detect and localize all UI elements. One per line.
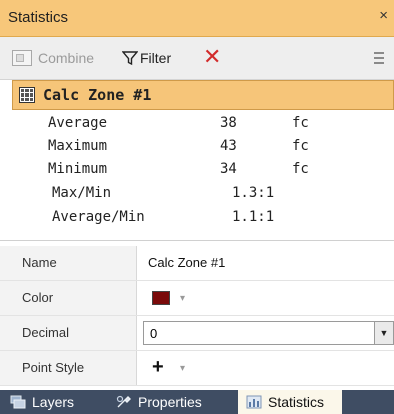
property-label: Decimal bbox=[22, 325, 69, 340]
panel-title-bar[interactable]: Statistics × bbox=[0, 0, 394, 37]
property-row-decimal[interactable]: Decimal 0 ▼ bbox=[0, 316, 394, 351]
toolbar: Combine Filter ✕ bbox=[0, 37, 394, 80]
calc-zone-header[interactable]: Calc Zone #1 bbox=[12, 80, 394, 110]
stat-label: Maximum bbox=[48, 138, 108, 154]
combine-label: Combine bbox=[38, 50, 95, 66]
combine-icon bbox=[12, 50, 32, 66]
delete-button[interactable]: ✕ bbox=[203, 47, 221, 69]
tab-label: Layers bbox=[32, 394, 75, 410]
dropdown-arrow-icon[interactable]: ▼ bbox=[374, 322, 393, 344]
stat-row-maximum: Maximum 43 fc bbox=[0, 138, 394, 160]
filter-label: Filter bbox=[140, 50, 172, 66]
filter-button[interactable]: Filter bbox=[122, 47, 171, 69]
stat-row-average: Average 38 fc bbox=[0, 115, 394, 137]
name-field[interactable]: Calc Zone #1 bbox=[148, 255, 225, 270]
property-label-cell: Point Style bbox=[0, 351, 137, 385]
property-grid: Name Calc Zone #1 Color ▾ Decimal 0 ▼ Po… bbox=[0, 246, 394, 386]
property-label: Name bbox=[22, 255, 57, 270]
stat-value: 43 bbox=[220, 138, 237, 154]
property-label-cell: Color bbox=[0, 281, 137, 315]
property-label-cell: Name bbox=[0, 246, 137, 280]
filter-icon bbox=[122, 51, 138, 66]
statistics-panel: Statistics × Combine Filter ✕ Calc Zone … bbox=[0, 0, 394, 414]
point-style-value[interactable]: + bbox=[152, 356, 164, 379]
stat-value: 34 bbox=[220, 161, 237, 177]
stat-unit: fc bbox=[292, 138, 309, 154]
stat-label: Average/Min bbox=[52, 209, 145, 225]
property-label: Point Style bbox=[22, 360, 85, 375]
stat-row-minimum: Minimum 34 fc bbox=[0, 161, 394, 183]
tab-properties[interactable]: Properties bbox=[116, 390, 202, 414]
stat-value: 38 bbox=[220, 115, 237, 131]
grid-icon bbox=[19, 87, 35, 103]
panel-title: Statistics bbox=[8, 9, 69, 26]
stat-label: Minimum bbox=[48, 161, 108, 177]
tab-label: Statistics bbox=[268, 394, 325, 410]
statistics-icon bbox=[246, 395, 262, 409]
more-options-icon[interactable] bbox=[374, 49, 386, 67]
property-label: Color bbox=[22, 290, 54, 305]
chevron-down-icon[interactable]: ▾ bbox=[180, 363, 185, 374]
stat-value: 1.3:1 bbox=[232, 185, 275, 201]
property-label-cell: Decimal bbox=[0, 316, 137, 350]
chevron-down-icon[interactable]: ▾ bbox=[180, 293, 185, 304]
color-swatch[interactable] bbox=[152, 291, 170, 305]
decimal-value: 0 bbox=[150, 326, 158, 341]
bottom-tab-bar: Layers Properties Statistics bbox=[0, 390, 394, 414]
properties-icon bbox=[116, 395, 131, 408]
decimal-select[interactable]: 0 ▼ bbox=[143, 321, 394, 345]
combine-button[interactable]: Combine bbox=[12, 47, 94, 69]
property-row-color[interactable]: Color ▾ bbox=[0, 281, 394, 316]
statistics-list: Average 38 fc Maximum 43 fc Minimum 34 f… bbox=[0, 111, 394, 241]
stat-unit: fc bbox=[292, 115, 309, 131]
tab-label: Properties bbox=[138, 394, 202, 410]
section-divider bbox=[0, 240, 394, 241]
property-row-name[interactable]: Name Calc Zone #1 bbox=[0, 246, 394, 281]
tab-layers[interactable]: Layers bbox=[10, 390, 74, 414]
stat-unit: fc bbox=[292, 161, 309, 177]
delete-icon: ✕ bbox=[203, 45, 222, 70]
stat-row-average-min: Average/Min 1.1:1 bbox=[0, 209, 394, 231]
stat-label: Average bbox=[48, 115, 108, 131]
stat-label: Max/Min bbox=[52, 185, 112, 201]
layers-icon bbox=[10, 395, 26, 409]
property-row-point-style[interactable]: Point Style + ▾ bbox=[0, 351, 394, 386]
tab-statistics[interactable]: Statistics bbox=[238, 390, 342, 414]
stat-row-max-min: Max/Min 1.3:1 bbox=[0, 185, 394, 207]
close-icon[interactable]: × bbox=[379, 7, 388, 24]
calc-zone-title: Calc Zone #1 bbox=[43, 86, 152, 104]
stat-value: 1.1:1 bbox=[232, 209, 275, 225]
